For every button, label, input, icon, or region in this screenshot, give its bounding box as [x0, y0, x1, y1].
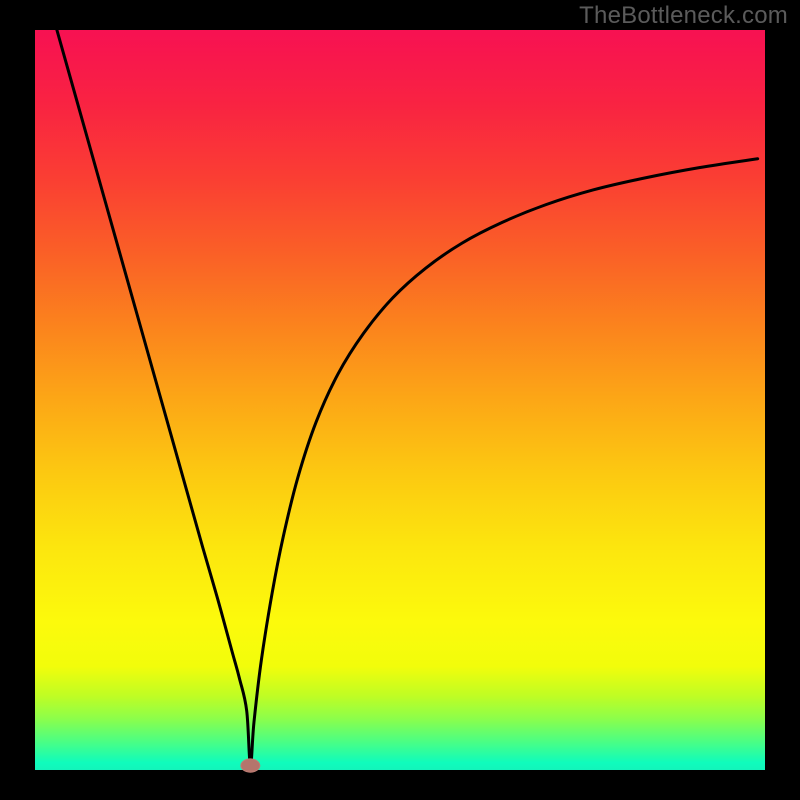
chart-container: TheBottleneck.com [0, 0, 800, 800]
min-marker [241, 759, 260, 772]
watermark-label: TheBottleneck.com [579, 2, 788, 30]
chart-svg [0, 0, 800, 800]
plot-background [35, 30, 765, 770]
